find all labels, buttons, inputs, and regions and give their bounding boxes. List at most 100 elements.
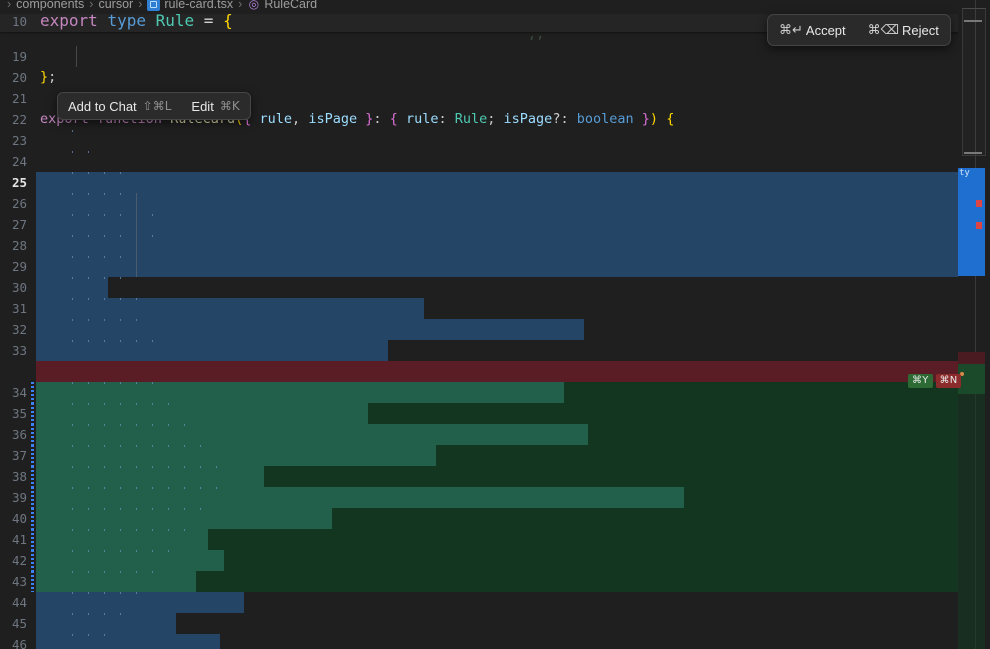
tsx-file-icon [147,0,160,11]
code-line-text: <code className="text-sm"> [36,403,990,424]
code-line[interactable]: 31 <CopyButton content={rule.content} /> [0,298,990,319]
code-line-added[interactable]: 40 </React.Fragment> [0,508,990,529]
code-line[interactable]: 44 </ScrollArea> [0,592,990,613]
code-line-text: <pre className="whitespace-pre-wrap brea… [36,382,990,403]
breadcrumb-item-components[interactable]: components [16,0,84,11]
accept-reject-toolbar[interactable]: ⌘↵ Accept ⌘⌫ Reject [767,14,951,46]
line-number: 31 [0,298,36,319]
inline-reject-badge[interactable]: ⌘N [936,374,962,388]
inline-diff-badges[interactable]: ⌘Y ⌘N [908,374,961,388]
breadcrumb-item-symbol[interactable]: RuleCard [264,0,317,11]
code-line-text: </ScrollArea> [36,592,990,613]
code-line-text: </pre> [36,571,990,592]
minimap-selection-text: ty [959,168,970,178]
code-line-text: className={cn( [36,193,990,214]
code-line-text: }; [36,67,990,88]
line-number: 27 [0,214,36,235]
line-number: 32 [0,319,36,340]
inline-accept-badge[interactable]: ⌘Y [908,374,933,388]
accept-button[interactable]: ⌘↵ Accept [768,17,857,44]
code-line[interactable]: 24 <Card className="flex aspect-square m… [0,151,990,172]
breadcrumb-separator: › [238,0,242,11]
minimap-rail[interactable]: ty [958,0,990,649]
code-line-text: </code> [36,550,990,571]
line-number-current: 25 [0,172,36,193]
breadcrumb[interactable]: › components › cursor › rule-card.tsx › … [0,0,990,14]
code-line-text: <Link href={`/cursor/${rule.slug}`} clas… [36,319,990,340]
line-number: 26 [0,193,36,214]
code-line-added[interactable]: 38 {line} [0,466,990,487]
code-line[interactable]: 27 "group relative mb-2 grow overflow-hi… [0,214,990,235]
reject-label: Reject [902,23,939,38]
code-line[interactable]: 20 }; [0,67,990,88]
code-line[interactable]: 30 > [0,277,990,298]
line-number: 44 [0,592,36,613]
reject-button[interactable]: ⌘⌫ Reject [857,17,950,44]
code-line-text: <CopyButton content={rule.content} /> [36,298,990,319]
code-line-text: > [36,277,990,298]
edit-shortcut: ⌘K [220,99,240,113]
code-line[interactable]: 33 <ScrollArea className="h-full"> [0,340,990,361]
accept-shortcut: ⌘↵ [779,23,803,38]
code-line-text: <React.Fragment key={index}> [36,445,990,466]
minimap-error-mark [976,200,982,207]
inline-selection-toolbar[interactable]: Add to Chat ⇧⌘L Edit ⌘K [57,92,251,120]
code-line-added[interactable]: 36 {rule.content.split('\n').map((line, … [0,424,990,445]
code-line-added[interactable]: 43 </pre> [0,571,990,592]
edit-button[interactable]: Edit ⌘K [181,93,249,120]
code-line-added[interactable]: 34 <pre className="whitespace-pre-wrap b… [0,382,990,403]
code-line[interactable]: 28 isPage && "opacity-100", [0,235,990,256]
code-line[interactable]: 45 </Link> [0,613,990,634]
add-to-chat-label: Add to Chat [68,99,137,114]
minimap-slider[interactable] [962,8,986,156]
code-line-removed[interactable]: <code className="text-sm">{rule.content}… [0,361,990,382]
code-line-text: "group relative mb-2 grow overflow-hidde… [36,214,990,235]
code-line-text: {index < rule.content.split('\n').length… [36,487,990,508]
code-line-text: </CardContent> [36,634,990,649]
line-number: 22 [0,109,36,130]
code-line[interactable]: 46 </CardContent> [0,634,990,649]
code-line-added[interactable]: 37 <React.Fragment key={index}> [0,445,990,466]
code-line-text: )} [36,256,990,277]
code-line-text: {line} [36,466,990,487]
reject-shortcut: ⌘⌫ [868,23,899,38]
breadcrumb-separator: › [89,0,93,11]
minimap-diff-removed [958,352,985,364]
code-line-added[interactable]: 42 </code> [0,550,990,571]
breadcrumb-separator: › [7,0,11,11]
line-number: 20 [0,67,36,88]
code-line-text: <Card className="flex aspect-square max-… [36,151,990,172]
code-line-added[interactable]: 41 ))} [0,529,990,550]
line-number: 28 [0,235,36,256]
code-line-text: isPage && "opacity-100", [36,235,990,256]
line-number: 21 [0,88,36,109]
breadcrumb-separator: › [138,0,142,11]
code-line[interactable]: 26 className={cn( [0,193,990,214]
code-line-text: {rule.content.split('\n').map((line, ind… [36,424,990,445]
code-line[interactable]: 25 <CardContent [0,172,990,193]
symbol-class-icon: ◎ [247,0,260,11]
accept-label: Accept [806,23,846,38]
breadcrumb-item-cursor[interactable]: cursor [98,0,133,11]
code-line-text: <code className="text-sm">{rule.content}… [36,361,990,382]
code-line[interactable]: 29 )} [0,256,990,277]
code-line-text: <ScrollArea className="h-full"> [36,340,990,361]
code-line-text: return ( [36,130,990,151]
code-line-text: <CardContent [36,172,990,193]
minimap-code-mark [964,20,982,22]
editor-window: › components › cursor › rule-card.tsx › … [0,0,990,649]
add-to-chat-button[interactable]: Add to Chat ⇧⌘L [58,93,181,120]
line-number: 33 [0,340,36,361]
code-line[interactable]: 23 return ( [0,130,990,151]
line-number: 45 [0,613,36,634]
code-line-added[interactable]: 39 {index < rule.content.split('\n').len… [0,487,990,508]
breadcrumb-item-file[interactable]: rule-card.tsx [164,0,233,11]
code-line-text: ))} [36,529,990,550]
code-line[interactable]: 32 <Link href={`/cursor/${rule.slug}`} c… [0,319,990,340]
line-number: 46 [0,634,36,649]
line-number: 29 [0,256,36,277]
line-number: 19 [0,46,36,67]
code-line-added[interactable]: 35 <code className="text-sm"> [0,403,990,424]
line-number: 30 [0,277,36,298]
line-number: 23 [0,130,36,151]
